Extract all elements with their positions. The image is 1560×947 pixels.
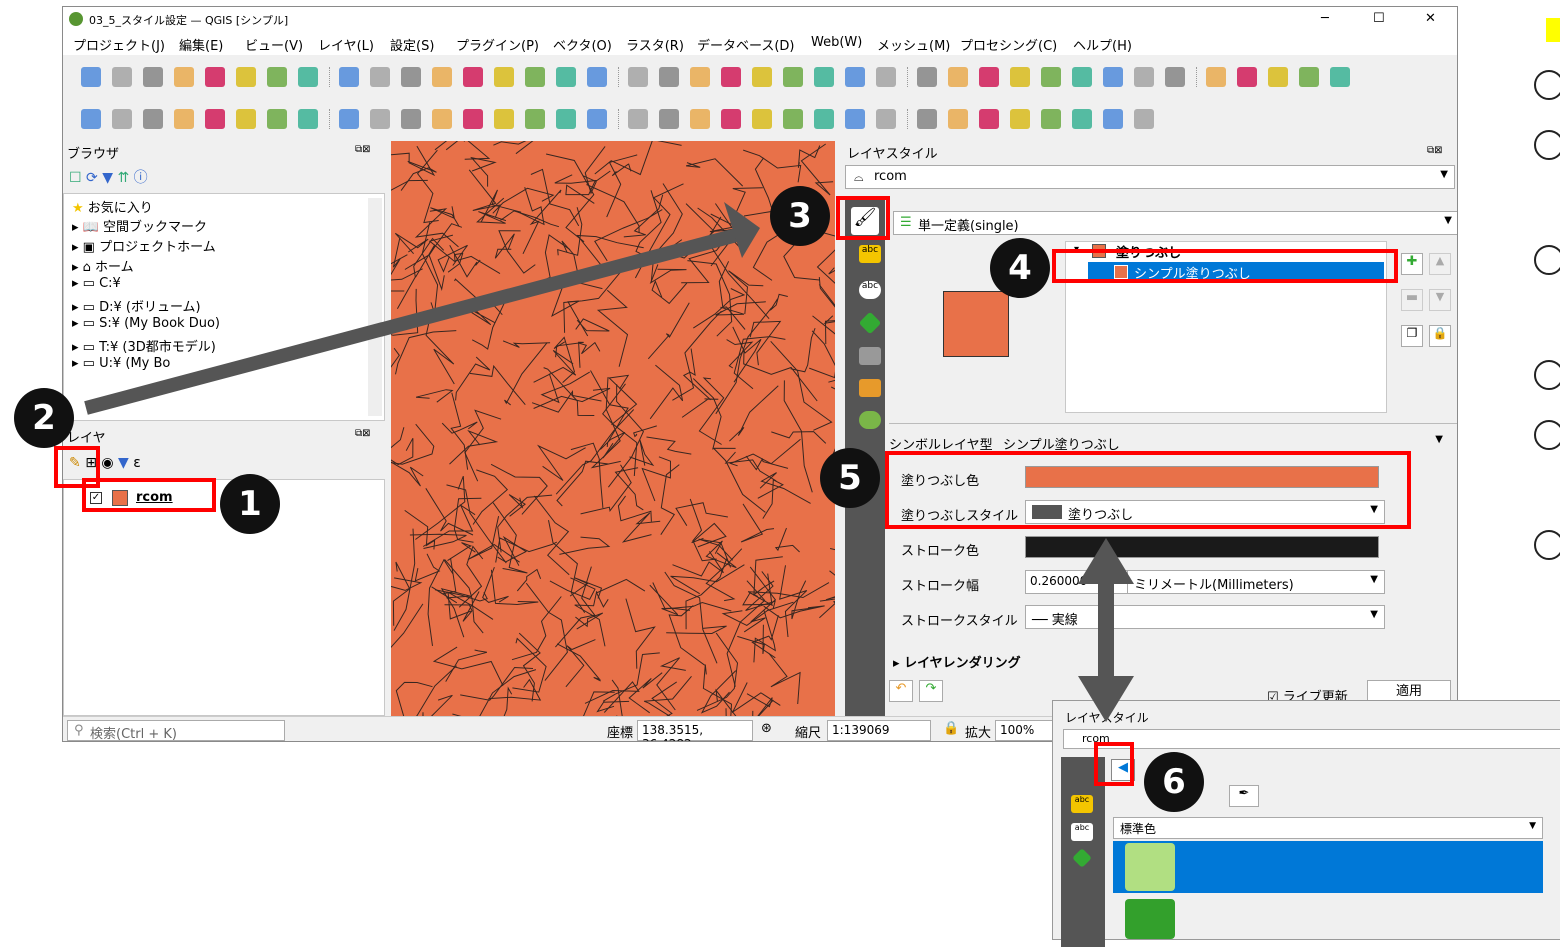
badge-2: 2 <box>14 388 74 448</box>
badge-6: 6 <box>1144 752 1204 812</box>
side-circle-3 <box>1534 245 1560 275</box>
side-circle-1 <box>1534 70 1560 100</box>
side-circle-4 <box>1534 360 1560 390</box>
side-circle-2 <box>1534 130 1560 160</box>
side-circle-5 <box>1534 420 1560 450</box>
highlight-symbology-tab <box>836 196 890 240</box>
highlight-simple-fill <box>1052 249 1398 283</box>
badge-1: 1 <box>220 474 280 534</box>
highlight-fill-props <box>885 451 1411 529</box>
highlight-layer-name <box>82 478 216 512</box>
highlight-back-button <box>1094 742 1134 786</box>
highlight-brush-button <box>54 446 100 488</box>
badge-3: 3 <box>770 186 830 246</box>
side-circle-6 <box>1534 530 1560 560</box>
badge-5: 5 <box>820 448 880 508</box>
badge-4: 4 <box>990 238 1050 298</box>
side-marker <box>1546 18 1560 42</box>
